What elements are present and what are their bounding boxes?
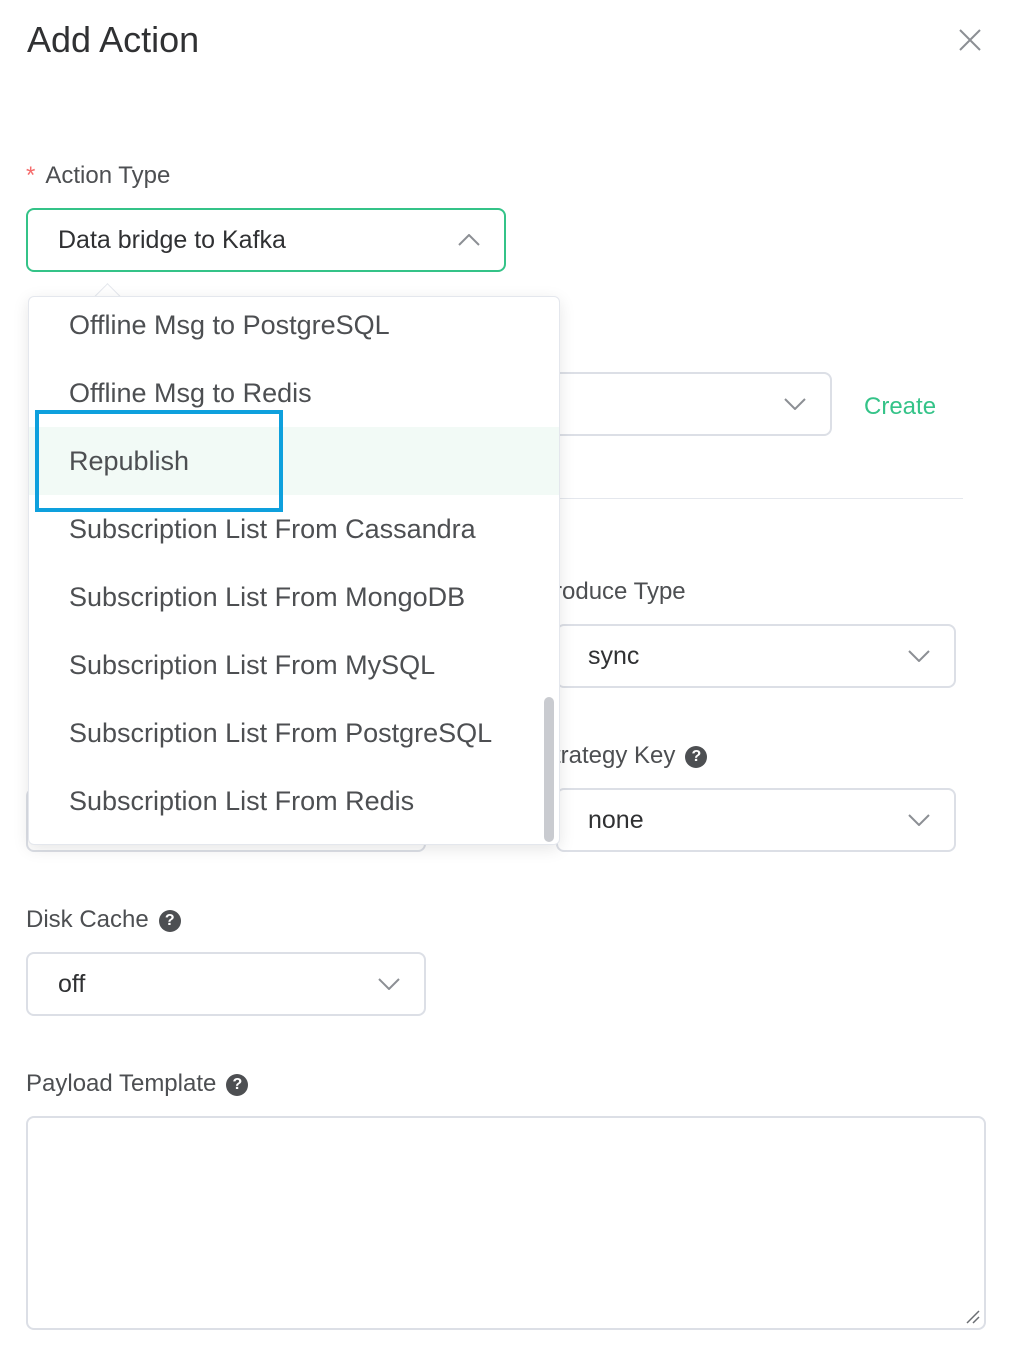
chevron-up-icon [458, 234, 480, 246]
produce-type-value: sync [588, 641, 640, 670]
close-icon[interactable] [956, 26, 984, 54]
dropdown-option-offline-msg-postgresql[interactable]: Offline Msg to PostgreSQL [29, 297, 559, 359]
produce-type-select[interactable]: sync [556, 624, 956, 688]
required-mark: * [26, 162, 36, 189]
chevron-down-icon [908, 814, 930, 826]
dropdown-scrollbar[interactable] [544, 697, 554, 842]
help-icon[interactable]: ? [685, 746, 708, 768]
dropdown-option-subscription-redis[interactable]: Subscription List From Redis [29, 767, 559, 835]
strategy-key-value: none [588, 805, 644, 834]
resource-select[interactable] [540, 372, 832, 436]
disk-cache-value: off [58, 969, 86, 998]
dropdown-option-subscription-mysql[interactable]: Subscription List From MySQL [29, 631, 559, 699]
disk-cache-select[interactable]: off [26, 952, 426, 1016]
highlight-box [35, 410, 283, 512]
chevron-down-icon [378, 978, 400, 990]
help-icon[interactable]: ? [158, 910, 181, 932]
resize-handle-icon[interactable] [964, 1308, 980, 1324]
help-icon[interactable]: ? [226, 1074, 249, 1096]
action-type-label-text: Action Type [45, 162, 171, 189]
payload-template-label: Payload Template? [26, 1069, 249, 1099]
create-resource-link[interactable]: Create [864, 392, 936, 422]
action-type-value: Data bridge to Kafka [58, 225, 286, 254]
dropdown-option-subscription-postgresql[interactable]: Subscription List From PostgreSQL [29, 699, 559, 767]
chevron-down-icon [908, 650, 930, 662]
disk-cache-label-text: Disk Cache [26, 906, 149, 933]
dropdown-option-subscription-mongodb[interactable]: Subscription List From MongoDB [29, 563, 559, 631]
action-type-label: * Action Type [26, 161, 170, 191]
payload-template-label-text: Payload Template [26, 1070, 217, 1097]
dialog-title: Add Action [27, 19, 200, 60]
action-type-dropdown: Offline Msg to PostgreSQL Offline Msg to… [28, 296, 560, 845]
produce-type-label: Produce Type [538, 578, 686, 605]
payload-template-textarea[interactable] [26, 1116, 986, 1330]
chevron-down-icon [784, 398, 806, 410]
disk-cache-label: Disk Cache? [26, 905, 181, 935]
section-divider [560, 498, 963, 499]
strategy-key-select[interactable]: none [556, 788, 956, 852]
action-type-select[interactable]: Data bridge to Kafka [26, 208, 506, 272]
strategy-key-label: Strategy Key? [538, 741, 708, 771]
